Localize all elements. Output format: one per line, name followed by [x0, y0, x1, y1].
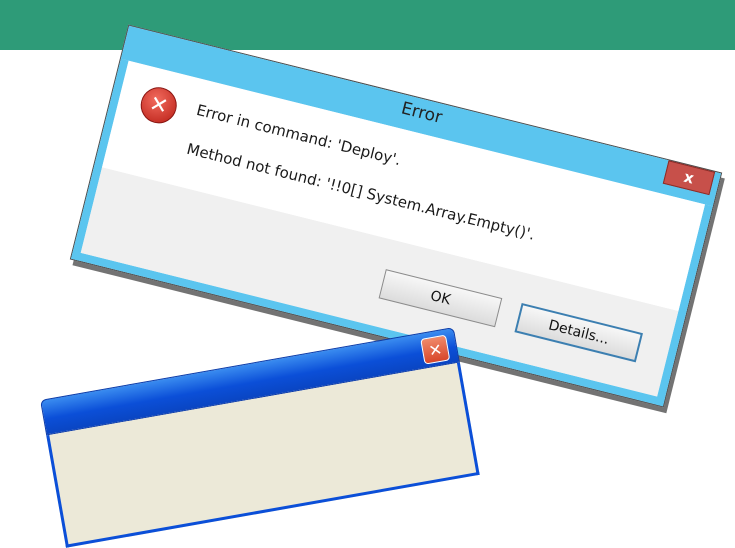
details-button[interactable]: Details... [514, 302, 643, 363]
top-banner [0, 0, 735, 50]
xp-close-button[interactable]: ✕ [420, 334, 451, 365]
xp-window: ✕ [40, 327, 480, 548]
close-button[interactable]: x [662, 160, 716, 196]
error-icon: ✕ [136, 83, 181, 128]
ok-button[interactable]: OK [378, 269, 503, 328]
